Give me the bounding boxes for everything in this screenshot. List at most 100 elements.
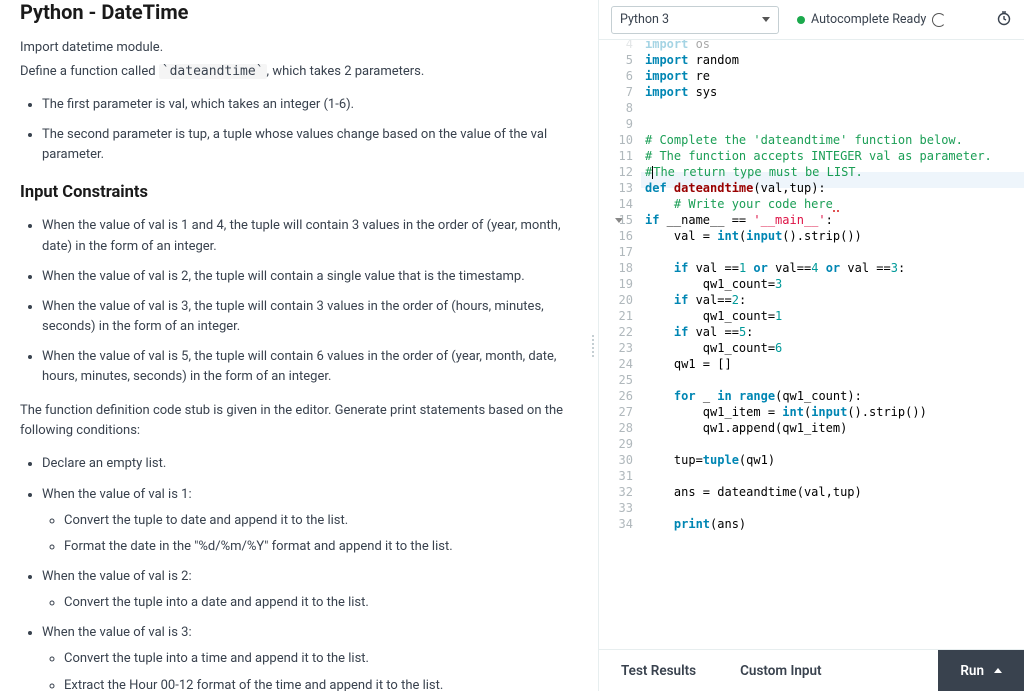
- list-item: When the value of val is 2, the tuple wi…: [42, 267, 578, 287]
- editor-panel: Python 3 Autocomplete Ready 456789101112…: [598, 0, 1024, 691]
- text: , which takes 2 parameters.: [267, 64, 425, 79]
- line-number: 32: [599, 484, 633, 500]
- line-number: 23: [599, 340, 633, 356]
- triangle-up-icon: [994, 668, 1002, 673]
- line-number: 16: [599, 228, 633, 244]
- code-line[interactable]: qw1_count=1: [645, 308, 1024, 324]
- list-item: Declare an empty list.: [42, 454, 578, 474]
- constraints-list: When the value of val is 1 and 4, the tu…: [20, 216, 578, 387]
- list-item: Extract the Hour 00-12 format of the tim…: [64, 676, 578, 691]
- line-number: 9: [599, 116, 633, 132]
- list-item: Format the date in the "%d/%m/%Y" format…: [64, 537, 578, 557]
- list-item: Convert the tuple to date and append it …: [64, 511, 578, 531]
- stub-text: The function definition code stub is giv…: [20, 401, 578, 440]
- code-line[interactable]: [645, 244, 1024, 260]
- code-line[interactable]: qw1.append(qw1_item): [645, 420, 1024, 436]
- tab-test-results[interactable]: Test Results: [599, 650, 718, 691]
- code-line[interactable]: [645, 468, 1024, 484]
- list-item: When the value of val is 1 and 4, the tu…: [42, 216, 578, 256]
- code-line[interactable]: import re: [645, 68, 1024, 84]
- code-line[interactable]: [645, 436, 1024, 452]
- run-label: Run: [960, 663, 984, 679]
- line-number: 12: [599, 164, 633, 180]
- constraints-heading: Input Constraints: [20, 183, 578, 202]
- line-number: 26: [599, 388, 633, 404]
- line-number: 28: [599, 420, 633, 436]
- code-line[interactable]: [645, 372, 1024, 388]
- line-number: 7: [599, 84, 633, 100]
- code-line[interactable]: [645, 500, 1024, 516]
- autocomplete-label: Autocomplete Ready: [811, 12, 926, 27]
- editor-topbar: Python 3 Autocomplete Ready: [599, 0, 1024, 40]
- code-line[interactable]: if val ==5:: [645, 324, 1024, 340]
- problem-title: Python - DateTime: [20, 0, 578, 24]
- code-line[interactable]: if val==2:: [645, 292, 1024, 308]
- line-number: 31: [599, 468, 633, 484]
- code-line[interactable]: #The return type must be LIST.: [645, 164, 1024, 180]
- text: When the value of val is 3:: [42, 625, 192, 640]
- code-line[interactable]: # Write your code here: [645, 196, 1024, 212]
- sublist: Convert the tuple to date and append it …: [42, 511, 578, 557]
- code-line[interactable]: [645, 116, 1024, 132]
- line-number: 17: [599, 244, 633, 260]
- code-line[interactable]: for _ in range(qw1_count):: [645, 388, 1024, 404]
- line-number: 11: [599, 148, 633, 164]
- timer-icon[interactable]: [996, 10, 1012, 30]
- line-number: 4: [599, 40, 633, 52]
- text: Define a function called: [20, 64, 159, 79]
- parameters-list: The first parameter is val, which takes …: [20, 95, 578, 165]
- language-label: Python 3: [620, 12, 669, 27]
- status-dot-icon: [797, 16, 805, 24]
- code-line[interactable]: [645, 100, 1024, 116]
- list-item: The first parameter is val, which takes …: [42, 95, 578, 115]
- line-number: 19: [599, 276, 633, 292]
- sublist: Convert the tuple into a time and append…: [42, 649, 578, 691]
- code-line[interactable]: # Complete the 'dateandtime' function be…: [645, 132, 1024, 148]
- code-line[interactable]: qw1 = []: [645, 356, 1024, 372]
- code-line[interactable]: import sys: [645, 84, 1024, 100]
- code-line[interactable]: # The function accepts INTEGER val as pa…: [645, 148, 1024, 164]
- code-line[interactable]: val = int(input().strip()): [645, 228, 1024, 244]
- line-number: 15: [599, 212, 633, 228]
- line-number: 27: [599, 404, 633, 420]
- list-item: When the value of val is 5, the tuple wi…: [42, 347, 578, 387]
- pane-resize-handle[interactable]: [588, 0, 598, 691]
- line-number: 5: [599, 52, 633, 68]
- refresh-icon: [932, 13, 946, 27]
- code-line[interactable]: print(ans): [645, 516, 1024, 532]
- code-line[interactable]: if __name__ == '__main__':: [645, 212, 1024, 228]
- line-number: 21: [599, 308, 633, 324]
- line-number: 6: [599, 68, 633, 84]
- conditions-list: Declare an empty list. When the value of…: [20, 454, 578, 691]
- list-item: When the value of val is 1: Convert the …: [42, 485, 578, 557]
- code-line[interactable]: qw1_count=3: [645, 276, 1024, 292]
- code-editor[interactable]: 4567891011121314151617181920212223242526…: [599, 40, 1024, 649]
- intro-line-2: Define a function called `dateandtime`, …: [20, 62, 578, 82]
- list-item: When the value of val is 3, the tuple wi…: [42, 297, 578, 337]
- line-number: 10: [599, 132, 633, 148]
- code-line[interactable]: if val ==1 or val==4 or val ==3:: [645, 260, 1024, 276]
- tab-custom-input[interactable]: Custom Input: [718, 650, 843, 691]
- line-number: 8: [599, 100, 633, 116]
- autocomplete-status[interactable]: Autocomplete Ready: [797, 12, 946, 27]
- line-number: 14: [599, 196, 633, 212]
- line-number: 22: [599, 324, 633, 340]
- code-line[interactable]: import random: [645, 52, 1024, 68]
- code-line[interactable]: import os: [645, 40, 1024, 52]
- chevron-down-icon: [762, 17, 770, 22]
- line-number: 30: [599, 452, 633, 468]
- line-number: 18: [599, 260, 633, 276]
- code-line[interactable]: qw1_count=6: [645, 340, 1024, 356]
- line-number: 20: [599, 292, 633, 308]
- language-select[interactable]: Python 3: [611, 6, 779, 34]
- line-number: 25: [599, 372, 633, 388]
- run-button[interactable]: Run: [938, 650, 1024, 691]
- code-line[interactable]: qw1_item = int(input().strip()): [645, 404, 1024, 420]
- bottom-bar: Test Results Custom Input Run: [599, 649, 1024, 691]
- code-line[interactable]: def dateandtime(val,tup):: [645, 180, 1024, 196]
- line-number: 29: [599, 436, 633, 452]
- code-content[interactable]: import osimport randomimport reimport sy…: [641, 40, 1024, 649]
- code-line[interactable]: ans = dateandtime(val,tup): [645, 484, 1024, 500]
- code-line[interactable]: tup=tuple(qw1): [645, 452, 1024, 468]
- text: When the value of val is 1:: [42, 487, 192, 502]
